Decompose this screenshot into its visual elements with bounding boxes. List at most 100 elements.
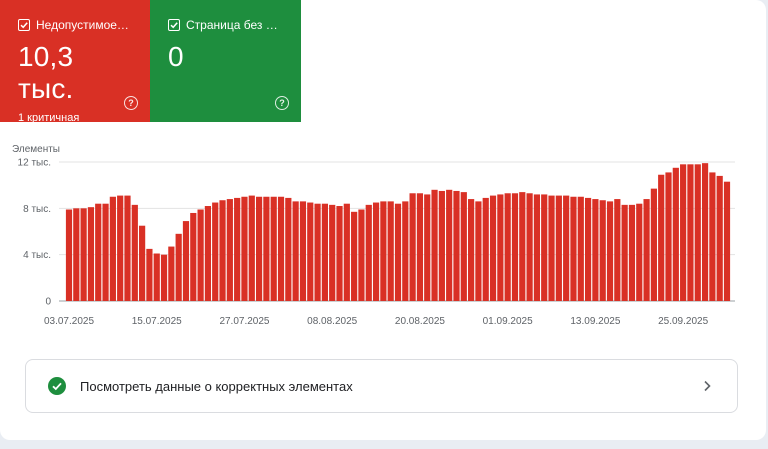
chart-bar bbox=[555, 195, 562, 301]
chart-bar bbox=[680, 164, 687, 301]
checkbox-icon[interactable] bbox=[18, 19, 30, 31]
help-icon[interactable]: ? bbox=[275, 96, 289, 110]
chart-bar bbox=[606, 201, 614, 301]
index-status-card: Недопустимое з... 10,3 тыс. 1 критичная … bbox=[0, 0, 766, 440]
chart-bar bbox=[387, 201, 394, 301]
view-valid-items-link[interactable]: Посмотреть данные о корректных элементах bbox=[25, 359, 738, 413]
chart-bar bbox=[270, 196, 277, 301]
chart-bar bbox=[73, 208, 80, 301]
chart-bar bbox=[489, 195, 497, 301]
check-circle-icon bbox=[48, 377, 66, 395]
chart-bar bbox=[80, 208, 87, 301]
chart-bar bbox=[307, 202, 314, 301]
chart-bar bbox=[292, 201, 299, 301]
x-tick-label: 01.09.2025 bbox=[483, 316, 533, 327]
chart-bar bbox=[694, 164, 701, 301]
x-tick-label: 27.07.2025 bbox=[219, 316, 269, 327]
chart-bar bbox=[621, 204, 628, 301]
chart-bar bbox=[526, 193, 533, 301]
chart-bar bbox=[372, 202, 380, 301]
y-tick-label: 8 тыс. bbox=[23, 204, 51, 215]
chart-bar bbox=[431, 189, 438, 301]
chart-bar bbox=[248, 195, 255, 301]
chart-bar bbox=[255, 196, 263, 301]
chart-bar bbox=[95, 203, 102, 301]
chart-bar bbox=[358, 209, 365, 301]
chart-bar bbox=[321, 203, 328, 301]
tile-header: Страница без ош... bbox=[168, 18, 283, 32]
chart-bar bbox=[446, 189, 453, 301]
y-tick-label: 0 bbox=[45, 297, 51, 308]
chart-bar bbox=[650, 188, 657, 301]
chart-bar bbox=[314, 203, 321, 301]
chart-bar bbox=[343, 203, 350, 301]
chart-bar bbox=[636, 203, 643, 301]
chart-bar bbox=[117, 195, 124, 301]
chart-bar bbox=[511, 193, 519, 301]
chart-bar bbox=[701, 163, 709, 301]
y-tick-label: 12 тыс. bbox=[18, 158, 51, 169]
chart-bar bbox=[577, 196, 584, 301]
link-label: Посмотреть данные о корректных элементах bbox=[80, 378, 353, 394]
chart-bar bbox=[139, 225, 146, 301]
chart-bar bbox=[402, 201, 409, 301]
checkbox-icon[interactable] bbox=[168, 19, 180, 31]
chart-bar bbox=[628, 204, 636, 301]
chart-bar bbox=[504, 193, 511, 301]
chart-bar bbox=[124, 195, 131, 301]
chart-bar bbox=[212, 202, 219, 301]
chart-bar bbox=[299, 201, 307, 301]
chart-bar bbox=[614, 199, 621, 301]
chart-bar bbox=[277, 196, 285, 301]
chart-bar bbox=[329, 204, 336, 301]
chart-bar bbox=[204, 206, 212, 301]
chart-bar bbox=[226, 199, 233, 301]
chart-bar bbox=[533, 194, 541, 301]
valid-status-tile[interactable]: Страница без ош... 0 ? bbox=[150, 0, 301, 122]
tile-label: Страница без ош... bbox=[186, 18, 283, 32]
x-tick-label: 20.08.2025 bbox=[395, 316, 445, 327]
x-tick-label: 25.09.2025 bbox=[658, 316, 708, 327]
chart-bar bbox=[497, 194, 504, 301]
chart-bar bbox=[131, 204, 138, 301]
chart-bar bbox=[541, 194, 548, 301]
x-tick-label: 08.08.2025 bbox=[307, 316, 357, 327]
chart-bar bbox=[109, 196, 116, 301]
chart-bar bbox=[424, 194, 431, 301]
chart-bar bbox=[263, 196, 270, 301]
chart-bar bbox=[468, 199, 475, 301]
chart-bar bbox=[687, 164, 694, 301]
chart-bar bbox=[409, 193, 416, 301]
chart-bar bbox=[453, 190, 460, 301]
tile-subtitle: 1 критичная проблема bbox=[18, 112, 80, 138]
chart-bar bbox=[584, 197, 592, 301]
chart-svg: Элементы 0 4 тыс. 8 тыс. 12 тыс. 03.07.2025 15… bbox=[12, 144, 735, 327]
chart-bar bbox=[87, 207, 95, 301]
chart-bar bbox=[665, 172, 672, 301]
chart-bar bbox=[182, 221, 190, 301]
chart-bar bbox=[365, 204, 372, 301]
chevron-right-icon bbox=[704, 380, 711, 392]
help-icon[interactable]: ? bbox=[124, 96, 138, 110]
chart-bar bbox=[160, 254, 168, 301]
tile-label: Недопустимое з... bbox=[36, 18, 132, 32]
invalid-status-tile[interactable]: Недопустимое з... 10,3 тыс. 1 критичная … bbox=[0, 0, 150, 138]
chart-bar bbox=[548, 195, 555, 301]
chart-bar bbox=[65, 209, 73, 301]
chart-bar bbox=[234, 197, 241, 301]
chart-bar bbox=[146, 248, 153, 302]
tile-header: Недопустимое з... bbox=[18, 18, 132, 32]
chart-bar bbox=[716, 175, 723, 301]
chart-bar bbox=[197, 209, 204, 301]
chart-bar bbox=[336, 206, 343, 301]
chart-bar bbox=[175, 233, 182, 301]
chart-bar bbox=[599, 200, 606, 301]
chart-bar bbox=[672, 167, 679, 301]
chart-bar bbox=[592, 199, 599, 301]
chart-bar bbox=[460, 192, 467, 301]
chart-bar bbox=[723, 181, 731, 301]
chart-bar bbox=[168, 246, 175, 301]
chart-bar bbox=[563, 195, 570, 301]
items-chart: Элементы 0 4 тыс. 8 тыс. 12 тыс. 03.07.2025 15… bbox=[0, 138, 766, 338]
chart-bar bbox=[709, 172, 716, 301]
